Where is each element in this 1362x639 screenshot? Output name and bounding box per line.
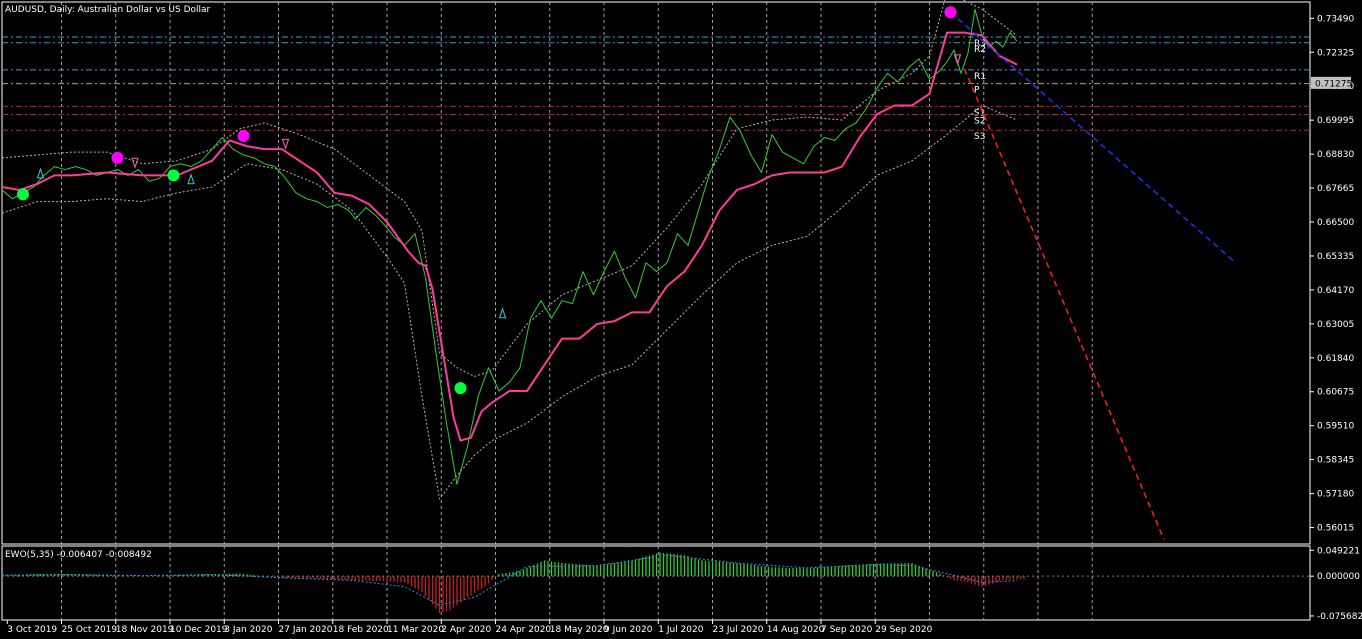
ewo-y-tick-label: 0.000000 <box>1317 572 1360 582</box>
y-tick-label: 0.61840 <box>1317 354 1354 364</box>
ewo-y-tick-label: -0.075682 <box>1317 612 1362 622</box>
x-tick-label: 27 Jan 2020 <box>279 625 333 635</box>
y-tick-label: 0.66500 <box>1317 218 1354 228</box>
y-tick-label: 0.65335 <box>1317 252 1354 262</box>
ewo-y-tick-label: 0.049221 <box>1317 546 1360 556</box>
buy-signal-dot <box>167 169 180 182</box>
x-tick-label: 9 Jun 2020 <box>604 625 653 635</box>
buy-signal-dot <box>17 188 29 201</box>
pivot-label-p: P <box>974 86 980 96</box>
y-tick-label: 0.58345 <box>1317 456 1354 466</box>
x-tick-label: 18 Nov 2019 <box>116 625 174 635</box>
x-tick-label: 18 May 2020 <box>550 625 609 635</box>
pivot-label-s2: S2 <box>974 116 985 126</box>
x-tick-label: 3 Oct 2019 <box>7 625 57 635</box>
pivot-label-r2: R2 <box>974 45 986 55</box>
y-tick-label: 0.72325 <box>1317 48 1354 58</box>
y-tick-label: 0.68830 <box>1317 150 1354 160</box>
pivot-label-r1: R1 <box>974 72 986 82</box>
sell-signal-dot <box>111 151 124 164</box>
x-tick-label: 11 Mar 2020 <box>387 625 444 635</box>
trading-chart[interactable]: R3R2R1PS1S2S3 0.734900.723250.711600.699… <box>0 0 1362 639</box>
x-tick-label: 3 Jan 2020 <box>224 625 272 635</box>
pivot-label-s3: S3 <box>974 132 985 142</box>
y-tick-label: 0.57180 <box>1317 490 1354 500</box>
current-price-label: 0.71275 <box>1315 79 1352 89</box>
x-tick-label: 23 Jul 2020 <box>713 625 764 635</box>
x-tick-label: 24 Apr 2020 <box>496 625 552 635</box>
y-tick-label: 0.60675 <box>1317 388 1354 398</box>
x-tick-label: 29 Sep 2020 <box>875 625 932 635</box>
x-tick-label: 10 Dec 2019 <box>170 625 228 635</box>
sell-signal-dot <box>237 130 250 143</box>
x-tick-label: 7 Sep 2020 <box>821 625 873 635</box>
y-tick-label: 0.69995 <box>1317 116 1354 126</box>
x-tick-label: 14 Aug 2020 <box>767 625 825 635</box>
chart-background <box>0 0 1362 639</box>
buy-signal-dot <box>454 382 467 395</box>
y-tick-label: 0.63005 <box>1317 320 1354 330</box>
x-tick-label: 18 Feb 2020 <box>333 625 389 635</box>
y-tick-label: 0.67665 <box>1317 184 1354 194</box>
y-tick-label: 0.56015 <box>1317 524 1354 534</box>
ewo-title: EWO(5,35) -0.006407 -0.008492 <box>5 550 152 560</box>
x-tick-label: 2 Apr 2020 <box>441 625 491 635</box>
y-tick-label: 0.64170 <box>1317 286 1354 296</box>
y-tick-label: 0.73490 <box>1317 14 1354 24</box>
sell-signal-dot <box>944 6 957 19</box>
x-tick-label: 1 Jul 2020 <box>658 625 703 635</box>
chart-title: AUDUSD, Daily: Australian Dollar vs US D… <box>5 5 211 15</box>
x-tick-label: 25 Oct 2019 <box>62 625 118 635</box>
y-tick-label: 0.59510 <box>1317 422 1354 432</box>
current-price-badge: 0.71275 <box>1311 76 1352 89</box>
